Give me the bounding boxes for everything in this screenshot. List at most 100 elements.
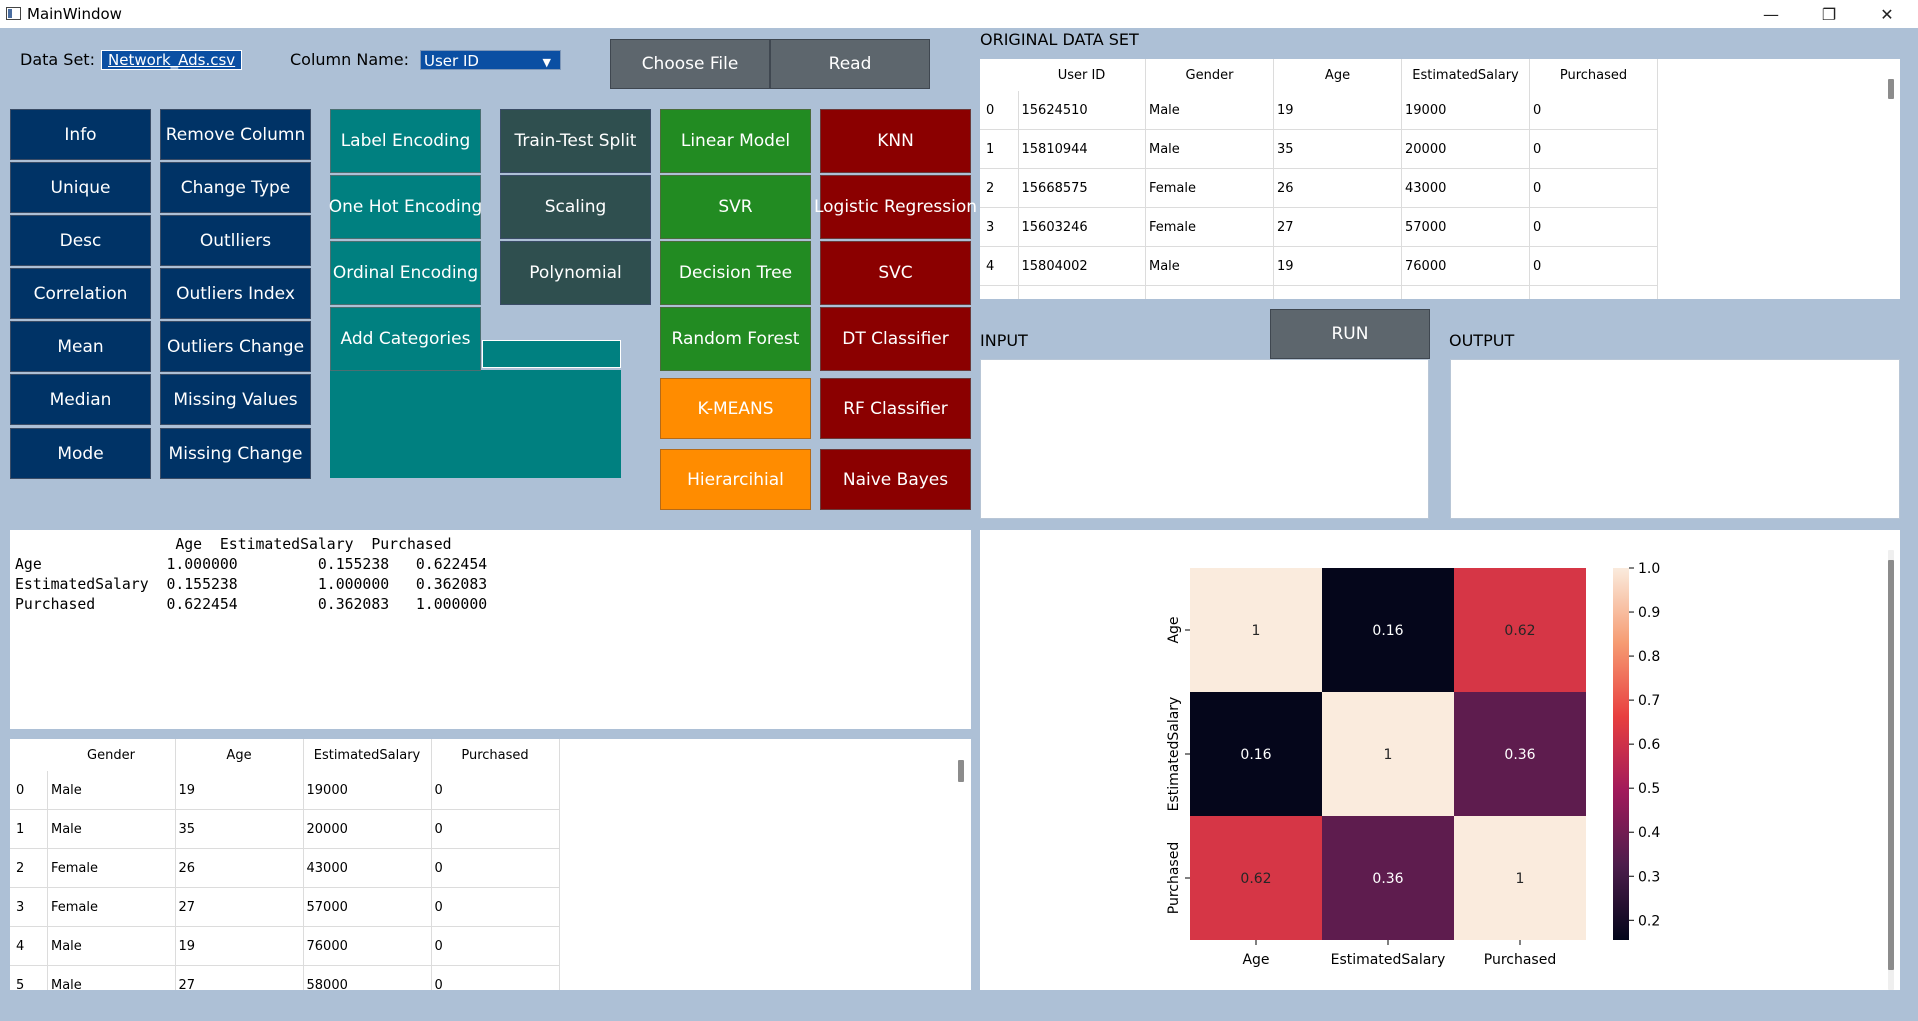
table-cell[interactable]: 0 [431, 926, 560, 966]
choose-file-button[interactable]: Choose File [610, 39, 770, 89]
outliers-index-button[interactable]: Outliers Index [160, 268, 311, 319]
table-cell[interactable]: 58000 [1401, 285, 1530, 299]
console-output[interactable]: Age EstimatedSalary Purchased Age 1.0000… [10, 530, 971, 729]
table-cell[interactable]: 19 [175, 926, 304, 966]
knn-button[interactable]: KNN [820, 109, 971, 173]
table-row[interactable]: 1 Male 35 20000 0 [10, 809, 560, 849]
vertical-scrollbar[interactable] [958, 760, 964, 782]
table-cell[interactable]: 0 [1529, 91, 1658, 130]
table-cell[interactable]: 27 [175, 965, 304, 990]
add-categories-button[interactable]: Add Categories [330, 307, 481, 371]
table-cell[interactable]: 0 [1529, 285, 1658, 299]
table-cell[interactable]: 0 [1529, 246, 1658, 286]
table-row[interactable]: 3 15603246 Female 27 57000 0 [980, 207, 1658, 247]
table-cell[interactable]: Female [1145, 168, 1274, 208]
table-row[interactable]: 2 Female 26 43000 0 [10, 848, 560, 888]
table-cell[interactable]: 27 [175, 887, 304, 927]
table-cell[interactable]: 0 [431, 965, 560, 990]
column-header[interactable]: Gender [47, 739, 176, 771]
mean-button[interactable]: Mean [10, 321, 151, 372]
table-row[interactable]: 3 Female 27 57000 0 [10, 887, 560, 927]
table-row[interactable]: 5 Male 27 58000 0 [10, 965, 560, 990]
table-cell[interactable]: Male [47, 965, 176, 990]
table-row[interactable]: 4 Male 19 76000 0 [10, 926, 560, 966]
table-cell[interactable]: Female [47, 887, 176, 927]
ordinal-encoding-button[interactable]: Ordinal Encoding [330, 241, 481, 305]
categories-input[interactable] [482, 340, 621, 368]
table-row[interactable]: 4 15804002 Male 19 76000 0 [980, 246, 1658, 286]
table-cell[interactable]: 19000 [1401, 91, 1530, 130]
median-button[interactable]: Median [10, 374, 151, 425]
desc-button[interactable]: Desc [10, 215, 151, 266]
one-hot-encoding-button[interactable]: One Hot Encoding [329, 175, 482, 239]
table-cell[interactable]: Female [47, 848, 176, 888]
info-button[interactable]: Info [10, 109, 151, 160]
column-header[interactable]: Purchased [1529, 59, 1658, 91]
k-means-button[interactable]: K-MEANS [660, 378, 811, 439]
column-header[interactable]: User ID [1018, 59, 1146, 91]
table-cell[interactable]: 26 [175, 848, 304, 888]
table-row[interactable]: 0 Male 19 19000 0 [10, 771, 560, 810]
table-cell[interactable]: 15603246 [1018, 207, 1146, 247]
dataset-field[interactable]: Network_Ads.csv [101, 50, 242, 70]
hierarchical-button[interactable]: Hierarcihial [660, 449, 811, 510]
table-cell[interactable]: 35 [175, 809, 304, 849]
column-header[interactable]: Gender [1145, 59, 1274, 91]
table-cell[interactable]: 20000 [1401, 129, 1530, 169]
remove-column-button[interactable]: Remove Column [160, 109, 311, 160]
table-row[interactable]: 2 15668575 Female 26 43000 0 [980, 168, 1658, 208]
table-cell[interactable]: 57000 [303, 887, 432, 927]
table-row[interactable]: 1 15810944 Male 35 20000 0 [980, 129, 1658, 169]
table-cell[interactable]: 76000 [303, 926, 432, 966]
naive-bayes-button[interactable]: Naive Bayes [820, 449, 971, 510]
table-cell[interactable]: 35 [1273, 129, 1402, 169]
rf-classifier-button[interactable]: RF Classifier [820, 378, 971, 439]
table-cell[interactable]: 15804002 [1018, 246, 1146, 286]
table-cell[interactable]: 19 [1273, 246, 1402, 286]
table-cell[interactable]: 0 [1529, 207, 1658, 247]
column-header[interactable]: Age [175, 739, 304, 771]
svr-button[interactable]: SVR [660, 175, 811, 239]
outliers-change-button[interactable]: Outliers Change [160, 321, 311, 372]
mode-button[interactable]: Mode [10, 428, 151, 479]
column-header[interactable]: Age [1273, 59, 1402, 91]
table-cell[interactable]: 15668575 [1018, 168, 1146, 208]
label-encoding-button[interactable]: Label Encoding [330, 109, 481, 173]
output-textbox[interactable] [1450, 359, 1900, 519]
table-cell[interactable]: 0 [1529, 129, 1658, 169]
table-cell[interactable]: Female [1145, 207, 1274, 247]
table-cell[interactable]: 15810944 [1018, 129, 1146, 169]
vertical-scrollbar[interactable] [1888, 560, 1894, 970]
correlation-button[interactable]: Correlation [10, 268, 151, 319]
decision-tree-button[interactable]: Decision Tree [660, 241, 811, 305]
table-cell[interactable]: 58000 [303, 965, 432, 990]
table-cell[interactable]: 15624510 [1018, 91, 1146, 130]
table-cell[interactable]: 43000 [303, 848, 432, 888]
table-cell[interactable]: 57000 [1401, 207, 1530, 247]
run-button[interactable]: RUN [1270, 309, 1430, 359]
outliers-button[interactable]: Outlliers [160, 215, 311, 266]
table-cell[interactable]: 19 [175, 771, 304, 810]
dt-classifier-button[interactable]: DT Classifier [820, 307, 971, 371]
table-cell[interactable]: Male [47, 771, 176, 810]
restore-button[interactable]: ❐ [1806, 0, 1852, 28]
table-cell[interactable]: 19000 [303, 771, 432, 810]
table-cell[interactable]: 76000 [1401, 246, 1530, 286]
logistic-regression-button[interactable]: Logistic Regression [814, 175, 977, 239]
missing-change-button[interactable]: Missing Change [160, 428, 311, 479]
vertical-scrollbar[interactable] [1888, 79, 1894, 99]
polynomial-button[interactable]: Polynomial [500, 241, 651, 305]
working-dataset-table[interactable]: Gender Age EstimatedSalary Purchased 0 M… [10, 739, 971, 990]
column-header[interactable]: EstimatedSalary [1401, 59, 1530, 91]
table-cell[interactable]: 0 [1529, 168, 1658, 208]
table-cell[interactable]: Male [1145, 285, 1274, 299]
table-cell[interactable]: 15728773 [1018, 285, 1146, 299]
column-header[interactable]: EstimatedSalary [303, 739, 432, 771]
table-cell[interactable]: Male [47, 926, 176, 966]
table-cell[interactable]: 26 [1273, 168, 1402, 208]
table-cell[interactable]: Male [1145, 246, 1274, 286]
table-cell[interactable]: 43000 [1401, 168, 1530, 208]
table-row[interactable]: 5 15728773 Male 27 58000 0 [980, 285, 1658, 299]
table-cell[interactable]: 0 [431, 848, 560, 888]
table-cell[interactable]: 0 [431, 771, 560, 810]
